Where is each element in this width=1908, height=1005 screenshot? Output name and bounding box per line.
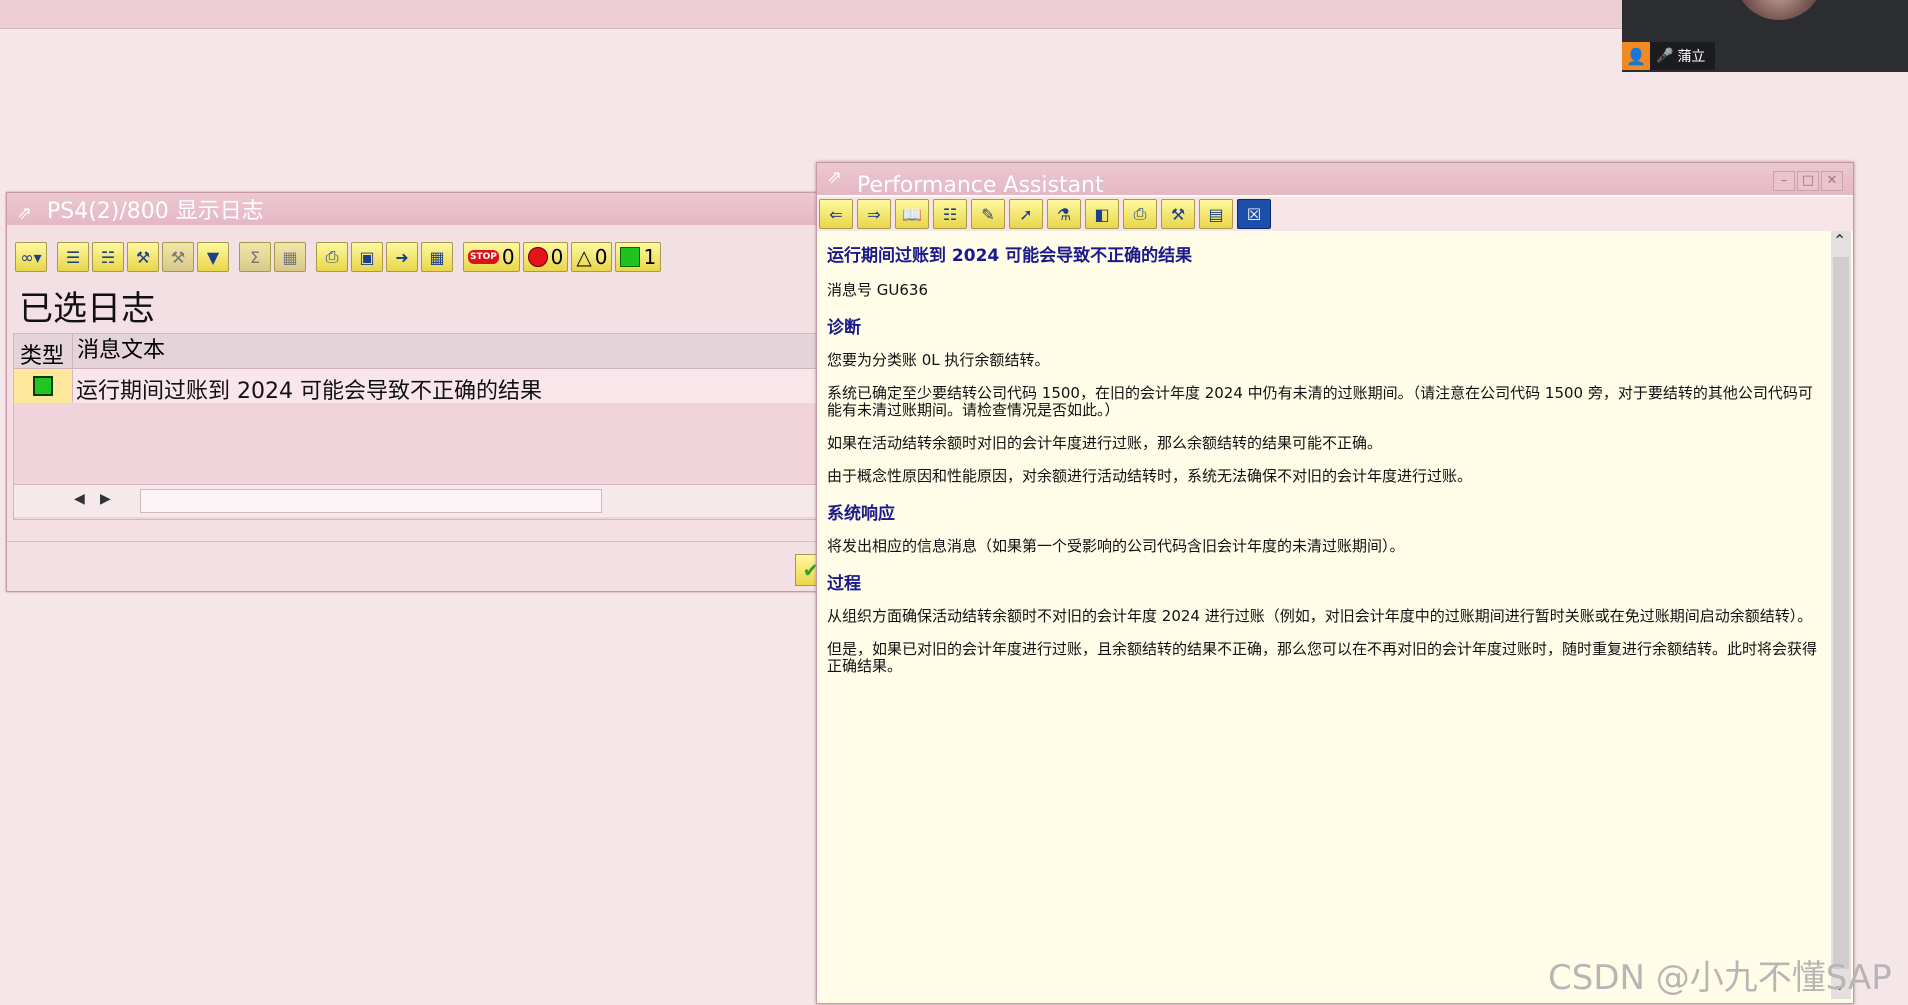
arrow-right-icon: ⇒	[867, 204, 881, 224]
vertical-scrollbar[interactable]: ⌃ ⌄	[1831, 231, 1851, 999]
pencil-icon: ✎	[981, 204, 995, 224]
close-icon: ☒	[1246, 204, 1262, 224]
window-icon: ⇗	[17, 203, 33, 224]
log-window-titlebar[interactable]: ⇗ PS4(2)/800 显示日志	[7, 193, 837, 225]
tree-icon: ☷	[942, 204, 958, 224]
find-next-button[interactable]: ⚒	[162, 242, 194, 272]
print-button[interactable]: ⎙	[1123, 199, 1157, 229]
binoculars-icon: ⚒	[1170, 204, 1186, 224]
close-button[interactable]: ✕	[1821, 171, 1843, 191]
video-call-overlay: 👤 🎤 蒲立	[1622, 0, 1908, 72]
window-icon: ⇗	[827, 167, 843, 188]
sort-descending-button[interactable]: ☵	[92, 242, 124, 272]
printer-icon: ⎙	[1133, 204, 1147, 223]
settings-button[interactable]: ◧	[1085, 199, 1119, 229]
warning-icon: △	[576, 245, 592, 269]
edit-button[interactable]: ✎	[971, 199, 1005, 229]
back-button[interactable]: ⇐	[819, 199, 853, 229]
details-button[interactable]: ∞▾	[15, 242, 47, 272]
clipboard-button[interactable]: ▤	[1199, 199, 1233, 229]
column-header-message[interactable]: 消息文本	[72, 334, 165, 368]
error-filter-button[interactable]: 0	[522, 242, 569, 272]
log-heading: 已选日志	[19, 289, 155, 329]
message-heading: 运行期间过账到 2024 可能会导致不正确的结果	[827, 246, 1193, 266]
performance-assistant-window: ⇗ Performance Assistant – □ ✕ ⇐ ⇒ 📖 ☷ ✎ …	[816, 162, 1854, 1004]
success-filter-button[interactable]: 1	[615, 242, 662, 272]
log-window: ⇗ PS4(2)/800 显示日志 ∞▾ ☰ ☵ ⚒ ⚒ ▼ Σ ▦ ⎙ ▣ ➜…	[6, 192, 839, 592]
diagnosis-paragraph-3: 如果在活动结转余额时对旧的会计年度进行过账，那么余额结转的结果可能不正确。	[827, 434, 1383, 452]
message-number: 消息号 GU636	[827, 281, 929, 299]
mic-icon: 🎤	[1656, 48, 1674, 64]
log-toolbar: ∞▾ ☰ ☵ ⚒ ⚒ ▼ Σ ▦ ⎙ ▣ ➜ ▦ STOP 0 0 △ 0 1	[15, 241, 662, 273]
close-assistant-button[interactable]: ☒	[1237, 199, 1271, 229]
find-button[interactable]: ⚒	[1161, 199, 1195, 229]
navigation-button[interactable]: ☷	[933, 199, 967, 229]
log-footer: ✔	[7, 541, 837, 592]
find-button[interactable]: ⚒	[127, 242, 159, 272]
people-icon: ⚗	[1056, 204, 1072, 224]
type-cell	[14, 369, 73, 403]
warning-filter-button[interactable]: △ 0	[571, 242, 613, 272]
participant-tag: 👤 🎤 蒲立	[1622, 42, 1716, 70]
procedure-paragraph-1: 从组织方面确保活动结转余额时不对旧的会计年度 2024 进行过账（例如，对旧会计…	[827, 607, 1813, 625]
stop-icon: STOP	[468, 250, 499, 264]
scroll-up-icon[interactable]: ⌃	[1833, 231, 1846, 250]
pa-titlebar[interactable]: ⇗ Performance Assistant – □ ✕	[817, 163, 1853, 198]
diagnosis-paragraph-2: 系统已确定至少要结转公司代码 1500，在旧的会计年度 2024 中仍有未清的过…	[827, 384, 1813, 419]
maximize-button[interactable]: □	[1797, 171, 1819, 191]
log-grid: 类型 消息文本 运行期间过账到 2024 可能会导致不正确的结果 ◀ ▶	[13, 333, 839, 520]
success-icon	[620, 247, 641, 267]
pa-title: Performance Assistant	[857, 173, 1104, 198]
scroll-left-icon[interactable]: ◀	[74, 491, 85, 507]
column-header-type[interactable]: 类型	[20, 338, 64, 370]
technical-info-button[interactable]: ➚	[1009, 199, 1043, 229]
filter-button[interactable]: ▼	[197, 242, 229, 272]
participant-name-text: 蒲立	[1677, 49, 1706, 65]
layout-button[interactable]: ▦	[421, 242, 453, 272]
stop-filter-button[interactable]: STOP 0	[463, 242, 520, 272]
procedure-paragraph-2: 但是，如果已对旧的会计年度进行过账，且余额结转的结果不正确，那么您可以在不再对旧…	[827, 640, 1818, 675]
scroll-thumb[interactable]	[1833, 257, 1849, 969]
library-button[interactable]: 📖	[895, 199, 929, 229]
sort-ascending-button[interactable]: ☰	[57, 242, 89, 272]
system-response-paragraph: 将发出相应的信息消息（如果第一个受影响的公司代码含旧会计年度的未清过账期间）。	[827, 537, 1405, 555]
view-button[interactable]: ▣	[351, 242, 383, 272]
participant-video	[1734, 0, 1824, 20]
message-text-cell: 运行期间过账到 2024 可能会导致不正确的结果	[76, 379, 542, 404]
grid-header: 类型 消息文本	[14, 334, 838, 369]
minimize-button[interactable]: –	[1773, 171, 1795, 191]
scroll-right-icon[interactable]: ▶	[100, 491, 111, 507]
expand-icon: ➚	[1019, 204, 1033, 224]
sum-button[interactable]: Σ	[239, 242, 271, 272]
forward-button[interactable]: ⇒	[857, 199, 891, 229]
success-count: 1	[643, 245, 657, 269]
stop-count: 0	[501, 245, 515, 269]
table-row[interactable]: 运行期间过账到 2024 可能会导致不正确的结果	[14, 369, 838, 404]
success-status-icon	[33, 376, 53, 396]
system-response-title: 系统响应	[827, 504, 895, 524]
diagnosis-paragraph-1: 您要为分类账 0L 执行余额结转。	[827, 351, 1050, 369]
horizontal-scrollbar[interactable]: ◀ ▶	[14, 484, 838, 517]
export-button[interactable]: ➜	[386, 242, 418, 272]
procedure-title: 过程	[827, 574, 861, 594]
extended-help-button[interactable]: ⚗	[1047, 199, 1081, 229]
pa-content: 运行期间过账到 2024 可能会导致不正确的结果 消息号 GU636 诊断 您要…	[827, 241, 1827, 675]
subtotal-button[interactable]: ▦	[274, 242, 306, 272]
warning-count: 0	[594, 245, 608, 269]
pa-toolbar: ⇐ ⇒ 📖 ☷ ✎ ➚ ⚗ ◧ ⎙ ⚒ ▤ ☒	[817, 197, 1853, 231]
display-icon: ◧	[1094, 204, 1110, 224]
error-icon	[527, 247, 548, 267]
diagnosis-paragraph-4: 由于概念性原因和性能原因，对余额进行活动结转时，系统无法确保不对旧的会计年度进行…	[827, 467, 1473, 485]
diagnosis-title: 诊断	[827, 318, 861, 338]
book-icon: 📖	[902, 204, 922, 224]
arrow-left-icon: ⇐	[829, 204, 843, 224]
print-button[interactable]: ⎙	[316, 242, 348, 272]
clipboard-icon: ▤	[1208, 204, 1224, 224]
watermark: CSDN @小九不懂SAP	[1548, 958, 1892, 998]
error-count: 0	[550, 245, 564, 269]
person-icon: 👤	[1622, 42, 1650, 70]
participant-name: 🎤 蒲立	[1650, 42, 1716, 70]
log-window-title: PS4(2)/800 显示日志	[47, 199, 264, 224]
scroll-thumb[interactable]	[140, 489, 602, 513]
